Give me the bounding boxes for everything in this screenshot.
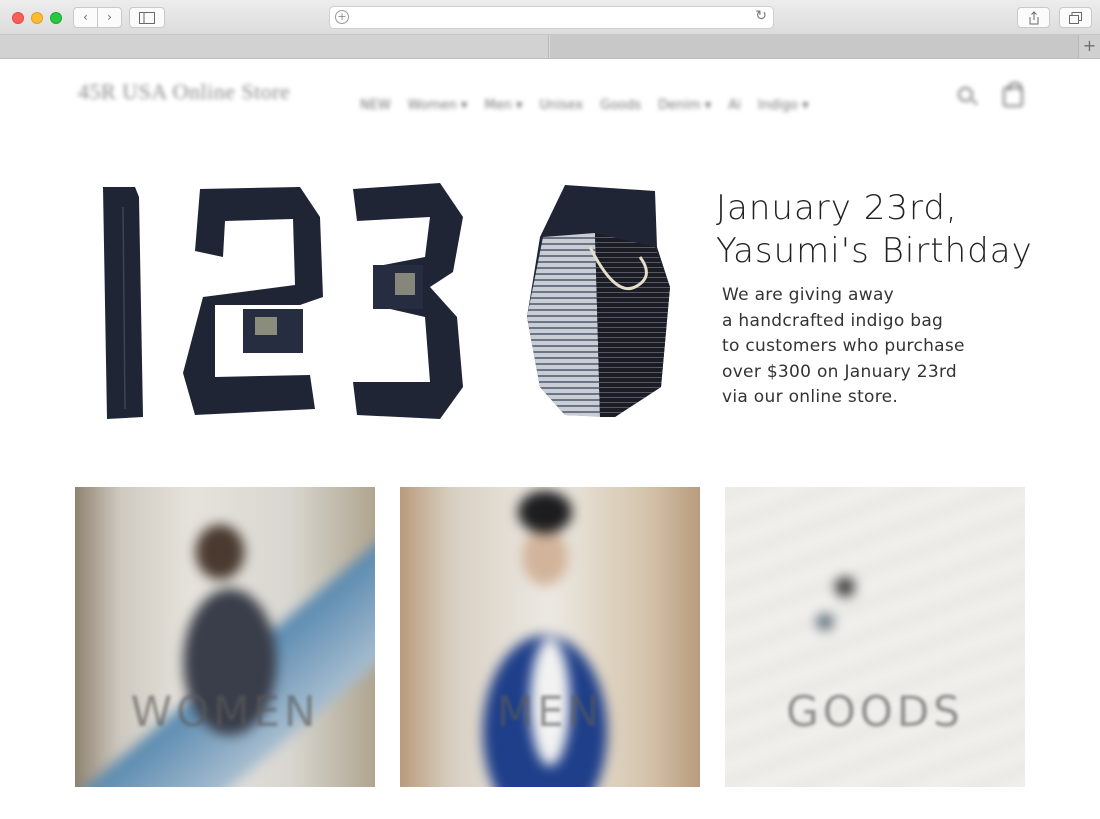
new-tab-button[interactable]: + <box>1078 35 1100 58</box>
nav-item-denim[interactable]: Denim ▾ <box>658 98 711 113</box>
chevron-right-icon: › <box>107 10 112 24</box>
sidebar-icon <box>139 12 155 24</box>
category-label-goods: GOODS <box>786 687 964 736</box>
browser-window: ‹ › + ↻ + 45R USA Online Store NEW Women… <box>0 0 1100 819</box>
chevron-left-icon: ‹ <box>83 10 88 24</box>
tab-overview-button[interactable] <box>1059 7 1092 28</box>
close-window-button[interactable] <box>12 12 24 24</box>
category-tile-goods[interactable]: GOODS <box>725 487 1025 787</box>
share-button[interactable] <box>1017 7 1050 28</box>
category-tile-men[interactable]: MEN <box>400 487 700 787</box>
men-photo <box>400 487 700 787</box>
nav-item-ai[interactable]: Ai <box>728 98 741 113</box>
cart-icon[interactable] <box>1003 82 1023 107</box>
sidebar-toggle-button[interactable] <box>129 7 165 28</box>
headline-line-1: January 23rd, <box>716 188 958 228</box>
category-tile-women[interactable]: WOMEN <box>75 487 375 787</box>
site-header: 45R USA Online Store NEW Women ▾ Men ▾ U… <box>0 59 1100 139</box>
add-bookmark-icon[interactable]: + <box>335 10 349 24</box>
main-nav: NEW Women ▾ Men ▾ Unisex Goods Denim ▾ A… <box>360 98 809 113</box>
promo-body: We are giving away a handcrafted indigo … <box>722 283 965 411</box>
tab-current[interactable] <box>0 35 549 58</box>
nav-item-men[interactable]: Men ▾ <box>484 98 522 113</box>
denim-123-banner-image[interactable] <box>95 177 675 427</box>
web-page: 45R USA Online Store NEW Women ▾ Men ▾ U… <box>0 59 1100 819</box>
category-label-women: WOMEN <box>130 687 320 736</box>
body-line-4: over $300 on January 23rd <box>722 361 958 382</box>
browser-toolbar: ‹ › + ↻ <box>0 0 1100 35</box>
body-line-1: We are giving away <box>722 285 895 305</box>
body-line-5: via our online store. <box>722 387 899 407</box>
back-button[interactable]: ‹ <box>73 7 98 28</box>
headline-line-2: Yasumi's Birthday <box>716 231 1033 271</box>
reload-icon[interactable]: ↻ <box>755 8 767 24</box>
store-logo[interactable]: 45R USA Online Store <box>78 79 290 105</box>
promo-headline: January 23rd, Yasumi's Birthday <box>716 187 1033 273</box>
women-photo <box>75 487 375 787</box>
nav-item-new[interactable]: NEW <box>360 98 391 113</box>
nav-item-women[interactable]: Women ▾ <box>408 98 468 113</box>
minimize-window-button[interactable] <box>31 12 43 24</box>
body-line-3: to customers who purchase <box>722 336 965 356</box>
body-line-2: a handcrafted indigo bag <box>722 310 944 331</box>
nav-item-goods[interactable]: Goods <box>600 98 641 113</box>
category-label-men: MEN <box>496 687 604 736</box>
share-icon <box>1029 11 1038 25</box>
nav-item-unisex[interactable]: Unisex <box>540 98 584 113</box>
nav-item-indigo[interactable]: Indigo ▾ <box>758 98 809 113</box>
forward-button[interactable]: › <box>97 7 122 28</box>
search-icon[interactable] <box>958 87 973 102</box>
tab-other[interactable] <box>550 35 1078 58</box>
zoom-window-button[interactable] <box>50 12 62 24</box>
goods-photo <box>725 487 1025 787</box>
tab-bar: + <box>0 35 1100 59</box>
address-bar[interactable]: + ↻ <box>329 6 774 29</box>
tabs-icon <box>1069 12 1082 24</box>
